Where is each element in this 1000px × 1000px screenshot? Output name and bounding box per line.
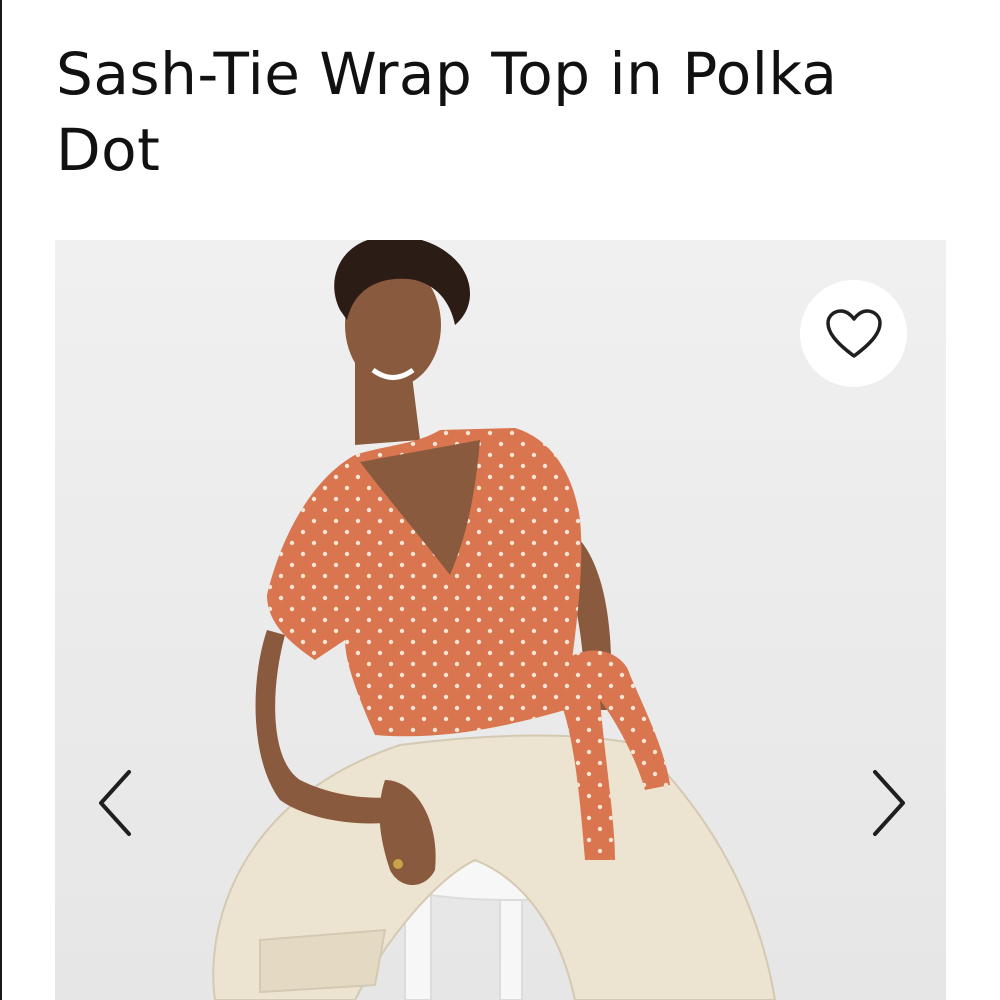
product-title: Sash-Tie Wrap Top in Polka Dot — [56, 40, 838, 184]
heart-outline-icon — [825, 308, 882, 358]
product-image-gallery[interactable] — [55, 240, 946, 1000]
page-edge-divider — [0, 0, 2, 1000]
favorite-button[interactable] — [800, 280, 907, 387]
chevron-right-icon — [873, 770, 905, 836]
previous-image-button[interactable] — [85, 763, 145, 843]
chevron-left-icon — [99, 770, 131, 836]
next-image-button[interactable] — [859, 763, 919, 843]
